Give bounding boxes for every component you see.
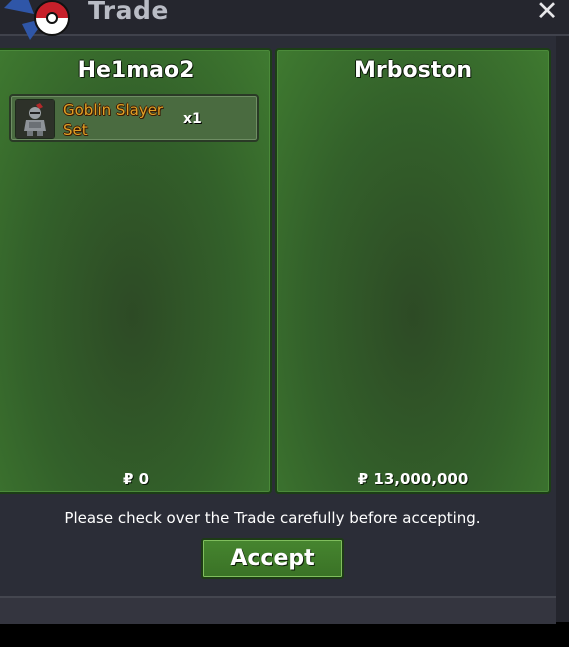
trade-panel-left: He1mao2 Goblin Slayer Set x1 ₽ 0 xyxy=(0,48,272,494)
trade-panel-right: Mrboston ₽ 13,000,000 xyxy=(275,48,551,494)
item-quantity: x1 xyxy=(183,111,202,127)
player-name-right: Mrboston xyxy=(354,58,472,83)
goblin-slayer-armor-icon xyxy=(15,99,55,139)
accept-button[interactable]: Accept xyxy=(201,538,344,579)
trade-window: Trade ✕ He1mao2 Goblin Slayer Set x1 ₽ 0… xyxy=(0,0,569,624)
window-right-edge xyxy=(556,36,569,622)
money-offer-left: ₽ 0 xyxy=(122,470,150,488)
trade-notice: Please check over the Trade carefully be… xyxy=(64,509,481,527)
player-name-left: He1mao2 xyxy=(77,58,195,83)
pokeball-logo-icon xyxy=(4,0,70,40)
item-name: Goblin Slayer Set xyxy=(63,101,164,139)
money-offer-right: ₽ 13,000,000 xyxy=(357,470,469,488)
trade-item[interactable]: Goblin Slayer Set x1 xyxy=(9,94,259,142)
close-icon[interactable]: ✕ xyxy=(532,0,562,27)
window-bottom-bar xyxy=(0,596,556,624)
title-bar[interactable]: Trade ✕ xyxy=(0,0,569,40)
window-title: Trade xyxy=(88,0,169,25)
